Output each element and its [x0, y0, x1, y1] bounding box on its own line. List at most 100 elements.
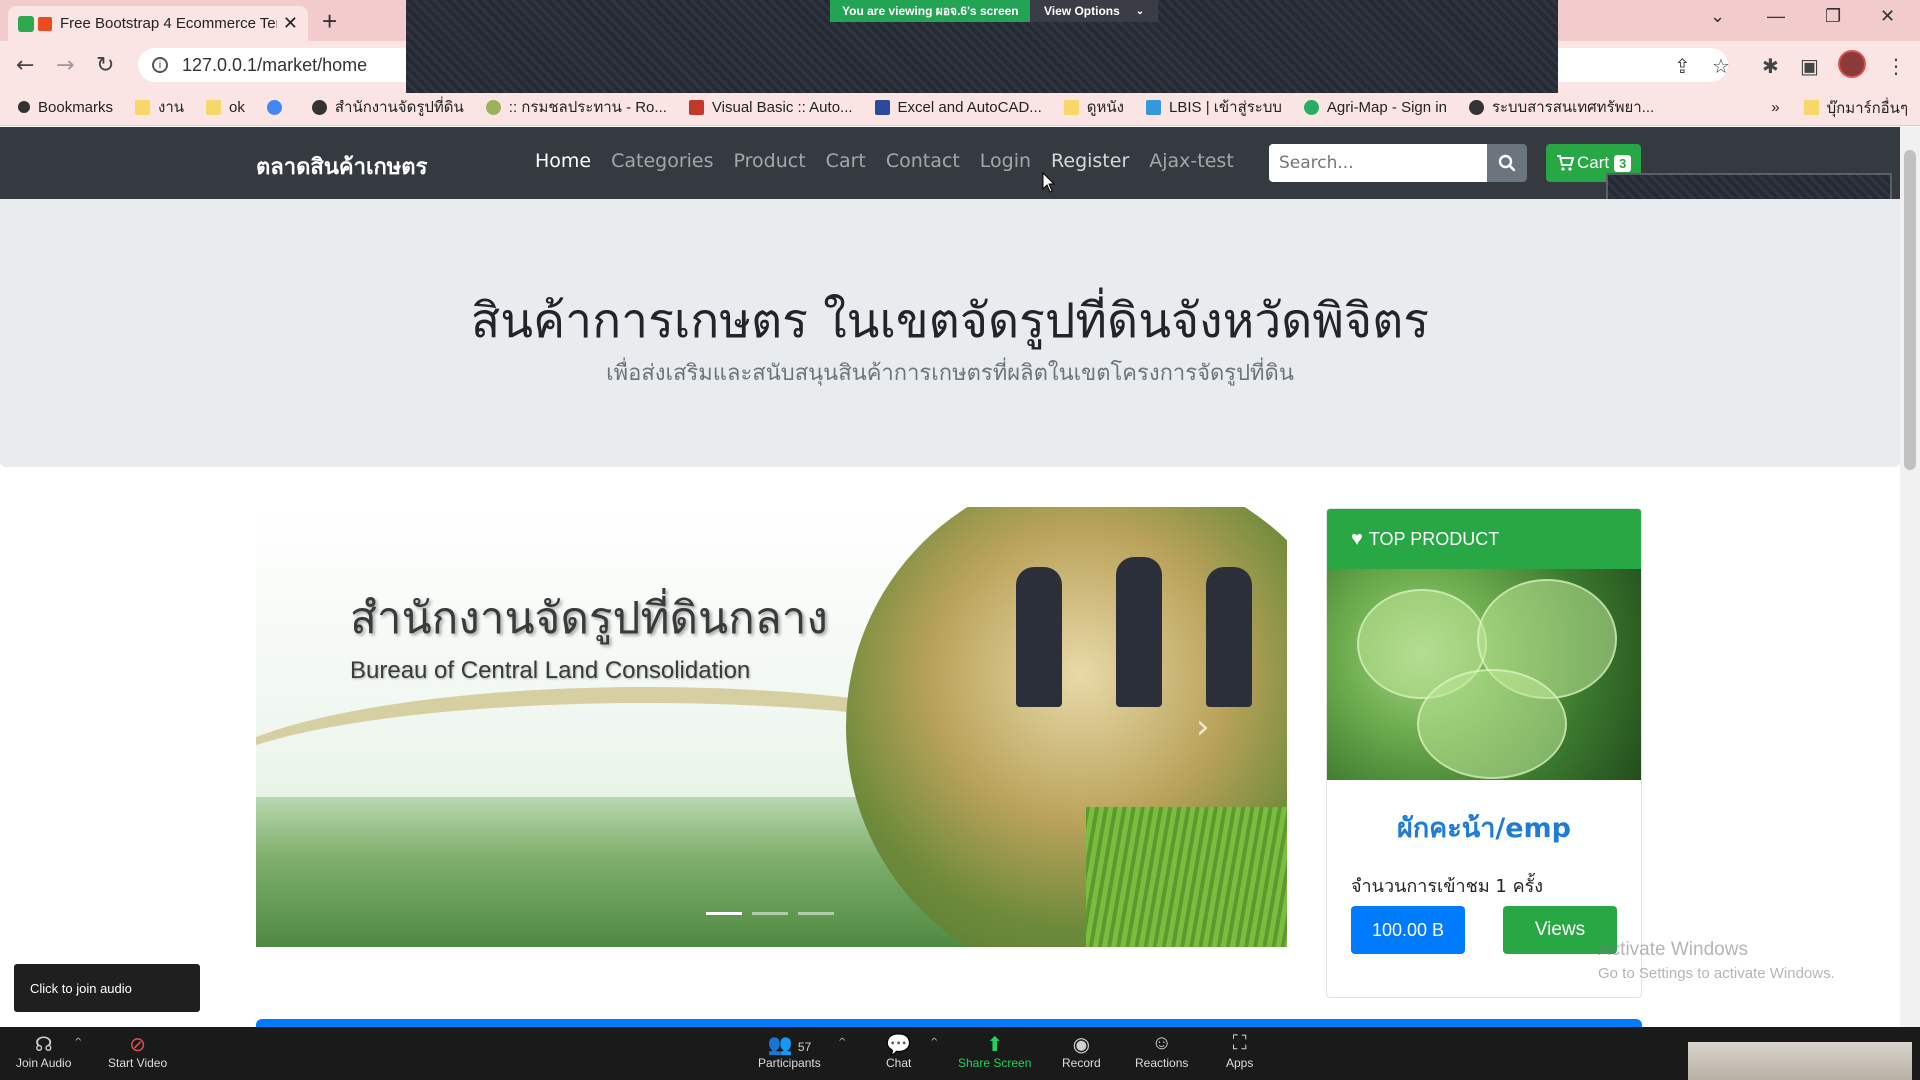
- product-image: [1327, 569, 1641, 780]
- search-button[interactable]: [1487, 144, 1527, 182]
- carousel-indicator-2[interactable]: [752, 912, 788, 915]
- sprout-icon: [1303, 99, 1319, 115]
- chevron-down-icon: ⌄: [1135, 5, 1145, 17]
- share-icon[interactable]: ⇪: [1674, 54, 1691, 78]
- participants-caret-icon[interactable]: ^: [838, 1037, 846, 1048]
- side-panel-icon[interactable]: ▣: [1800, 54, 1819, 78]
- carousel-rice-image: [1086, 807, 1287, 947]
- farmer-figure: [1116, 557, 1162, 707]
- card-header-label: TOP PRODUCT: [1368, 528, 1500, 549]
- carousel-indicator-1[interactable]: [706, 912, 742, 915]
- zoom-viewing-banner: You are viewing ผอจ.6's screen: [830, 0, 1031, 22]
- bookmark-item[interactable]: [266, 99, 290, 115]
- bookmark-item[interactable]: LBIS | เข้าสู่ระบบ: [1146, 95, 1282, 119]
- bookmark-item[interactable]: ระบบสารสนเทศทรัพยา...: [1468, 95, 1654, 119]
- other-bookmarks[interactable]: บุ๊กมาร์กอื่นๆ: [1827, 96, 1908, 120]
- leaf-shape: [1417, 669, 1567, 779]
- bookmark-item[interactable]: Excel and AutoCAD...: [874, 99, 1042, 116]
- start-video-button[interactable]: ⊘ Start Video: [108, 1032, 167, 1070]
- card-header: ♥ TOP PRODUCT: [1327, 509, 1641, 569]
- audio-caret-icon[interactable]: ^: [74, 1037, 82, 1048]
- browser-tab-active[interactable]: Free Bootstrap 4 Ecommerce Template ✕: [8, 6, 308, 41]
- bookmark-item[interactable]: :: กรมชลประทาน - Ro...: [485, 95, 667, 119]
- grid-icon: [874, 99, 890, 115]
- close-tab-icon[interactable]: ✕: [283, 13, 298, 34]
- price-button[interactable]: 100.00 B: [1351, 906, 1465, 954]
- folder-icon: [135, 99, 151, 115]
- mouse-cursor-icon: [1042, 172, 1056, 193]
- page-scrollbar-thumb[interactable]: [1904, 150, 1916, 470]
- bookmarks-more-icon[interactable]: »: [1771, 99, 1779, 116]
- nav-register[interactable]: Register: [1051, 150, 1129, 172]
- extensions-icon[interactable]: ✱: [1762, 54, 1779, 78]
- carousel-title-th: สำนักงานจัดรูปที่ดินกลาง: [350, 593, 828, 644]
- bookmark-item[interactable]: Visual Basic :: Auto...: [688, 99, 853, 116]
- join-audio-button[interactable]: ☊ Join Audio: [16, 1032, 71, 1070]
- globe-icon: [311, 99, 327, 115]
- apps-button[interactable]: ⛶ Apps: [1226, 1032, 1253, 1070]
- bookmark-item[interactable]: Agri-Map - Sign in: [1303, 99, 1447, 116]
- site-brand[interactable]: ตลาดสินค้าเกษตร: [256, 149, 427, 184]
- back-arrow-icon[interactable]: ←: [16, 53, 34, 78]
- farmer-figure: [1206, 567, 1252, 707]
- participant-count: 57: [797, 1040, 812, 1054]
- search-icon: [1498, 154, 1516, 172]
- nav-ajax-test[interactable]: Ajax-test: [1149, 150, 1234, 172]
- participants-icon: 👥 57: [767, 1034, 812, 1056]
- nav-login[interactable]: Login: [980, 150, 1031, 172]
- share-screen-icon: ⬆: [986, 1034, 1004, 1056]
- folder-icon: [1063, 99, 1079, 115]
- bookmarks-right: » บุ๊กมาร์กอื่นๆ: [1771, 89, 1908, 125]
- forward-arrow-icon[interactable]: →: [56, 53, 74, 78]
- bookmark-item[interactable]: Bookmarks: [18, 99, 113, 116]
- bookmark-item[interactable]: งาน: [135, 95, 184, 119]
- bookmark-item[interactable]: สำนักงานจัดรูปที่ดิน: [311, 95, 464, 119]
- nav-contact[interactable]: Contact: [886, 150, 960, 172]
- menu-dots-icon[interactable]: ⋮: [1886, 54, 1906, 78]
- participants-button[interactable]: 👥 57 Participants: [758, 1032, 821, 1070]
- bookmark-star-icon[interactable]: ☆: [1712, 54, 1730, 78]
- video-off-icon: ⊘: [129, 1034, 146, 1056]
- search-input[interactable]: [1269, 144, 1487, 182]
- tab-search-icon[interactable]: ⌄: [1710, 6, 1725, 27]
- minimize-icon[interactable]: —: [1767, 6, 1785, 27]
- chat-caret-icon[interactable]: ^: [930, 1037, 938, 1048]
- self-view-camera[interactable]: [1688, 1042, 1912, 1080]
- google-icon: [266, 99, 282, 115]
- bookmark-item[interactable]: ดูหนัง: [1063, 95, 1124, 119]
- folder-icon: [206, 99, 222, 115]
- profile-avatar[interactable]: [1838, 50, 1866, 78]
- nav-categories[interactable]: Categories: [611, 150, 713, 172]
- product-name[interactable]: ผักคะน้า/emp: [1327, 806, 1641, 849]
- nav-links: Home Categories Product Cart Contact Log…: [535, 150, 1234, 172]
- new-tab-button[interactable]: +: [322, 6, 337, 37]
- carousel-next-icon[interactable]: ›: [1196, 707, 1210, 747]
- bookmarks-bar: Bookmarks งาน ok สำนักงานจัดรูปที่ดิน ::…: [0, 89, 1920, 126]
- share-screen-button[interactable]: ⬆ Share Screen: [958, 1032, 1031, 1070]
- carousel-indicator-3[interactable]: [798, 912, 834, 915]
- hero-carousel[interactable]: สำนักงานจัดรูปที่ดินกลาง Bureau of Centr…: [256, 507, 1287, 947]
- carousel-title-en: Bureau of Central Land Consolidation: [350, 657, 751, 684]
- nav-product[interactable]: Product: [734, 150, 806, 172]
- reactions-button[interactable]: ☺ Reactions: [1135, 1032, 1188, 1070]
- bookmark-item[interactable]: ok: [206, 99, 245, 116]
- apps-icon: ⛶: [1232, 1032, 1247, 1054]
- farmer-figure: [1016, 567, 1062, 707]
- view-options-button[interactable]: View Options ⌄: [1030, 0, 1159, 22]
- chat-button[interactable]: 💬 Chat: [886, 1032, 911, 1070]
- reactions-icon: ☺: [1151, 1032, 1172, 1054]
- html5-icon: [38, 16, 52, 31]
- nav-cart[interactable]: Cart: [826, 150, 866, 172]
- page-title: สินค้าการเกษตร ในเขตจัดรูปที่ดินจังหวัดพ…: [470, 293, 1430, 349]
- info-icon[interactable]: i: [152, 57, 168, 73]
- restore-icon[interactable]: ❐: [1825, 6, 1841, 27]
- page-subtitle: เพื่อส่งเสริมและสนับสนุนสินค้าการเกษตรที…: [606, 361, 1294, 386]
- close-window-icon[interactable]: ✕: [1880, 6, 1895, 27]
- view-options-label: View Options: [1044, 4, 1120, 18]
- next-section-header: [256, 1019, 1642, 1027]
- nav-home[interactable]: Home: [535, 150, 591, 172]
- heart-icon: ♥: [1351, 527, 1363, 550]
- record-button[interactable]: ◉ Record: [1062, 1032, 1101, 1070]
- rid-logo-icon: [485, 99, 501, 115]
- reload-icon[interactable]: ↻: [96, 53, 114, 78]
